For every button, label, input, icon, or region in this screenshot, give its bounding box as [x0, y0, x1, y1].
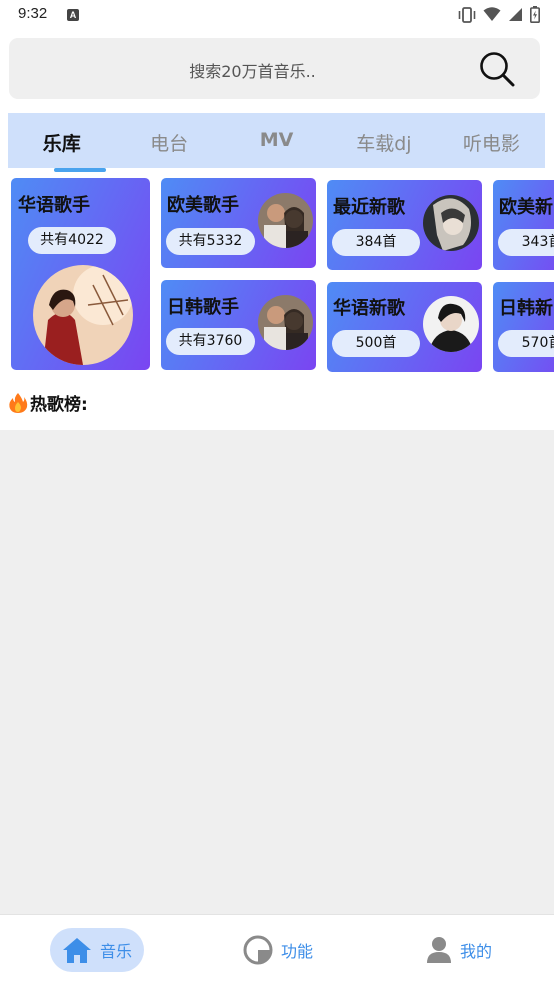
card-title: 欧美歌手	[167, 195, 239, 216]
card-title: 华语新歌	[333, 298, 405, 319]
search-icon[interactable]	[478, 50, 518, 90]
nav-functions[interactable]: 功能	[243, 928, 313, 972]
nav-music[interactable]: 音乐	[50, 928, 145, 972]
card-latest-songs[interactable]: 最近新歌 384首	[327, 180, 482, 270]
nav-functions-label: 功能	[281, 942, 314, 961]
tab-radio[interactable]: 电台	[115, 113, 222, 168]
card-title: 最近新歌	[333, 197, 405, 218]
card-chinese-new-songs[interactable]: 华语新歌 500首	[327, 282, 482, 372]
search-bar[interactable]: 搜索20万首音乐..	[9, 38, 540, 99]
card-chinese-singers[interactable]: 华语歌手 共有4022	[11, 178, 150, 370]
bottom-navigation: 音乐 功能 我的	[0, 914, 554, 984]
singer-avatar	[33, 265, 133, 365]
status-bar: 9:32 A	[0, 0, 554, 30]
card-count: 384首	[332, 229, 420, 256]
singer-avatar	[258, 193, 313, 248]
tab-car-dj[interactable]: 车载dj	[330, 113, 437, 168]
active-tab-indicator	[54, 168, 106, 172]
card-title: 华语歌手	[18, 195, 90, 216]
notification-icon: A	[67, 9, 79, 21]
hot-chart-label: 热歌榜:	[30, 395, 88, 415]
card-count: 343首	[498, 229, 554, 256]
tab-mv[interactable]: MV	[223, 113, 330, 168]
card-title: 日韩新	[499, 298, 553, 319]
function-icon	[243, 935, 273, 965]
tab-movie-music[interactable]: 听电影	[438, 113, 545, 168]
card-count: 共有5332	[166, 228, 255, 255]
search-input[interactable]: 搜索20万首音乐..	[9, 58, 540, 82]
signal-icon	[509, 8, 522, 21]
tab-library[interactable]: 乐库	[8, 113, 115, 168]
hot-chart-heading: 热歌榜:	[8, 390, 88, 415]
song-cover	[423, 195, 479, 251]
card-title: 日韩歌手	[167, 297, 239, 318]
user-icon	[427, 937, 451, 963]
status-time: 9:32	[18, 5, 48, 22]
card-count: 共有4022	[28, 227, 116, 254]
singer-avatar	[258, 295, 313, 350]
card-jpkr-new-songs[interactable]: 日韩新 570首	[493, 282, 554, 372]
vibrate-icon	[458, 6, 476, 23]
category-tabs: 乐库 电台 MV 车载dj 听电影	[8, 113, 545, 168]
nav-music-label: 音乐	[100, 942, 133, 961]
card-title: 欧美新	[499, 197, 553, 218]
card-jpkr-singers[interactable]: 日韩歌手 共有3760	[161, 280, 316, 370]
song-cover	[423, 296, 479, 352]
card-western-singers[interactable]: 欧美歌手 共有5332	[161, 178, 316, 268]
fire-icon	[9, 392, 28, 413]
nav-profile-label: 我的	[460, 942, 493, 961]
home-icon	[63, 938, 91, 963]
battery-icon	[530, 6, 540, 23]
wifi-icon	[483, 7, 501, 21]
nav-profile[interactable]: 我的	[426, 928, 492, 972]
card-western-new-songs[interactable]: 欧美新 343首	[493, 180, 554, 270]
status-icons	[458, 6, 540, 23]
card-count: 共有3760	[166, 328, 255, 355]
card-count: 570首	[498, 330, 554, 357]
card-count: 500首	[332, 330, 420, 357]
